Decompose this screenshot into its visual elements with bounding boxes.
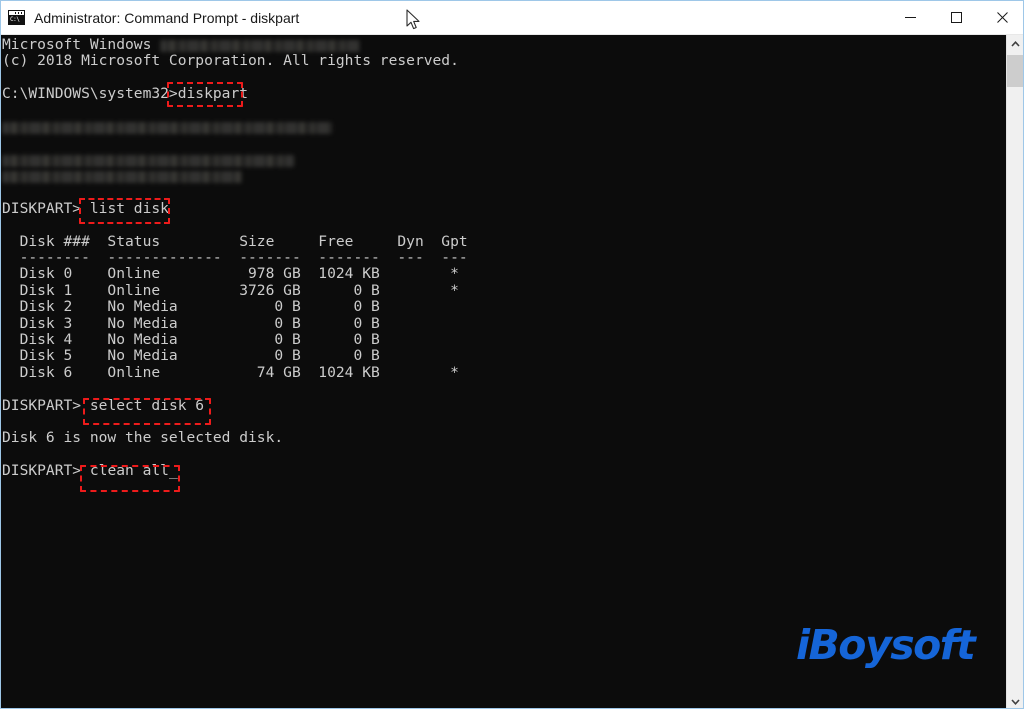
shell-prompt: DISKPART> (2, 199, 90, 217)
line-text: Disk 0 Online 978 GB 1024 KB * (2, 265, 459, 283)
line-text: Disk 6 Online 74 GB 1024 KB * (2, 363, 459, 381)
shell-prompt: DISKPART> (2, 396, 90, 414)
terminal-redacted-line (2, 119, 468, 135)
line-text: Disk 5 No Media 0 B 0 B (2, 347, 380, 365)
close-button[interactable] (979, 1, 1023, 34)
redacted-text-block (2, 171, 242, 184)
disk-table-row: Disk 1 Online 3726 GB 0 B * (2, 281, 468, 299)
command-prompt-icon: C:\ (8, 10, 25, 25)
terminal-redacted-line (2, 152, 468, 168)
line-text: Disk 6 is now the selected disk. (2, 429, 284, 447)
title-bar[interactable]: C:\ Administrator: Command Prompt - disk… (1, 1, 1023, 35)
terminal-command-line: DISKPART> list disk (2, 199, 468, 217)
icon-prompt-glyph: C:\ (9, 16, 24, 24)
minimize-icon (904, 17, 916, 18)
typed-command: clean all (89, 462, 169, 480)
redacted-text-block (2, 121, 332, 134)
disk-table-header: Disk ### Status Size Free Dyn Gpt (2, 232, 468, 250)
shell-prompt: C:\WINDOWS\system32> (2, 85, 178, 103)
disk-table-row: Disk 6 Online 74 GB 1024 KB * (2, 363, 468, 381)
chevron-down-icon (1010, 698, 1020, 705)
command-prompt-window: C:\ Administrator: Command Prompt - disk… (0, 0, 1024, 709)
line-text: Disk 4 No Media 0 B 0 B (2, 331, 380, 349)
typed-command: diskpart (177, 85, 249, 103)
scrollbar-thumb[interactable] (1007, 55, 1023, 87)
line-text: Disk 1 Online 3726 GB 0 B * (2, 281, 459, 299)
redacted-text-block (2, 154, 294, 167)
line-text: -------- ------------- ------- ------- -… (2, 249, 468, 267)
terminal-command-line: DISKPART> clean all_ (2, 462, 468, 480)
typed-command: select disk 6 (89, 396, 205, 414)
chevron-up-icon (1010, 40, 1020, 47)
window-controls (887, 1, 1023, 34)
terminal-command-line: DISKPART> select disk 6 (2, 396, 468, 414)
terminal-text-line: Disk 6 is now the selected disk. (2, 430, 468, 446)
line-text: Microsoft Windows (2, 36, 161, 53)
line-text: (c) 2018 Microsoft Corporation. All righ… (2, 52, 459, 70)
disk-table-row: Disk 0 Online 978 GB 1024 KB * (2, 266, 468, 282)
close-icon (996, 12, 1008, 23)
window-title: Administrator: Command Prompt - diskpart (34, 9, 300, 26)
terminal-command-line: C:\WINDOWS\system32>diskpart (2, 85, 468, 103)
terminal-text-line: (c) 2018 Microsoft Corporation. All righ… (2, 53, 468, 69)
vertical-scrollbar[interactable] (1006, 35, 1023, 708)
line-text: Disk 2 No Media 0 B 0 B (2, 298, 380, 316)
disk-table-row: Disk 4 No Media 0 B 0 B (2, 331, 468, 349)
terminal-output-area[interactable]: Microsoft Windows (c) 2018 Microsoft Cor… (1, 35, 1008, 708)
terminal-redacted-line (2, 168, 468, 184)
disk-table-row: Disk 5 No Media 0 B 0 B (2, 348, 468, 364)
disk-table-rule: -------- ------------- ------- ------- -… (2, 249, 468, 267)
scroll-up-button[interactable] (1007, 35, 1023, 52)
disk-table-row: Disk 3 No Media 0 B 0 B (2, 314, 468, 332)
icon-dot (18, 12, 19, 14)
line-text: Disk 3 No Media 0 B 0 B (2, 314, 380, 332)
redacted-text-block (160, 40, 361, 52)
disk-table-row: Disk 2 No Media 0 B 0 B (2, 299, 468, 315)
icon-dot (21, 12, 22, 14)
shell-prompt: DISKPART> (2, 462, 90, 480)
terminal-text-line: Microsoft Windows (2, 36, 468, 53)
line-text: Disk ### Status Size Free Dyn Gpt (2, 232, 468, 250)
terminal-text: Microsoft Windows (c) 2018 Microsoft Cor… (1, 35, 468, 480)
scroll-down-button[interactable] (1007, 693, 1023, 708)
typed-command: list disk (89, 199, 169, 217)
icon-dot (15, 12, 16, 14)
text-cursor: _ (168, 462, 178, 480)
iboysoft-watermark: iBoysoft (796, 621, 976, 669)
maximize-icon (950, 12, 962, 23)
maximize-button[interactable] (933, 1, 979, 34)
minimize-button[interactable] (887, 1, 933, 34)
